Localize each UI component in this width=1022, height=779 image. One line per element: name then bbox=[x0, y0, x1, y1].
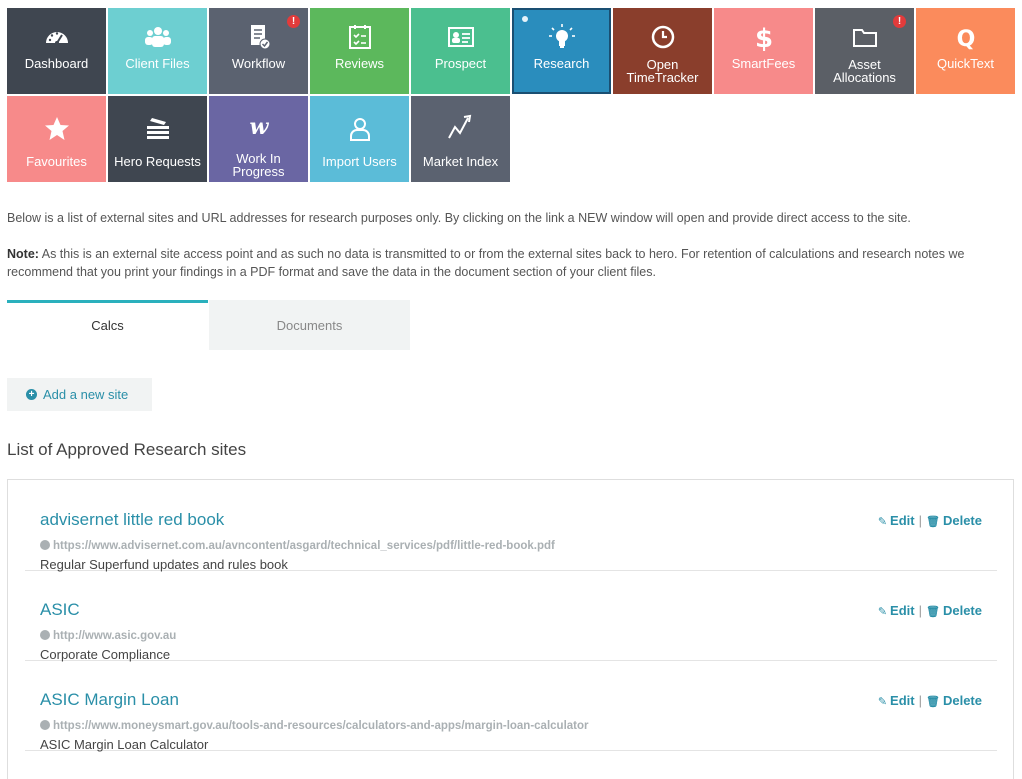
add-site-label: Add a new site bbox=[43, 387, 129, 402]
tile-open-timetracker[interactable]: Open TimeTracker bbox=[613, 8, 712, 94]
site-title-link[interactable]: advisernet little red book bbox=[40, 510, 224, 530]
trend-icon bbox=[411, 112, 510, 142]
site-actions: ✎ Edit | 🗑 Delete bbox=[877, 693, 982, 708]
tile-label: Favourites bbox=[26, 154, 87, 169]
tab-documents[interactable]: Documents bbox=[209, 300, 410, 350]
delete-button[interactable]: 🗑 Delete bbox=[926, 693, 982, 708]
tile-quicktext[interactable]: Q QuickText bbox=[916, 8, 1015, 94]
tile-workflow[interactable]: ! Workflow bbox=[209, 8, 308, 94]
tile-reviews[interactable]: Reviews bbox=[310, 8, 409, 94]
list-title: List of Approved Research sites bbox=[7, 440, 247, 459]
tile-label: QuickText bbox=[936, 56, 995, 71]
svg-text:w: w bbox=[249, 114, 269, 140]
prospect-card-icon bbox=[411, 22, 510, 52]
note-text: Note: As this is an external site access… bbox=[7, 245, 1012, 281]
tile-dashboard[interactable]: Dashboard bbox=[7, 8, 106, 94]
list-item: advisernet little red book https://www.a… bbox=[25, 480, 997, 572]
site-actions: ✎ Edit | 🗑 Delete bbox=[877, 603, 982, 618]
reviews-icon bbox=[310, 22, 409, 52]
note-body: As this is an external site access point… bbox=[7, 247, 965, 279]
trash-icon: 🗑 bbox=[926, 516, 940, 528]
trash-icon: 🗑 bbox=[926, 606, 940, 618]
tile-label: Client Files bbox=[125, 56, 190, 71]
folder-icon bbox=[815, 22, 914, 52]
tile-label: Reviews bbox=[334, 56, 385, 71]
tile-prospect[interactable]: Prospect bbox=[411, 8, 510, 94]
tile-label: Asset Allocations bbox=[833, 57, 896, 85]
tile-label: Prospect bbox=[434, 56, 487, 71]
tile-import-users[interactable]: Import Users bbox=[310, 96, 409, 182]
clock-icon bbox=[613, 22, 712, 52]
tile-label: Market Index bbox=[422, 154, 499, 169]
site-actions: ✎ Edit | 🗑 Delete bbox=[877, 513, 982, 528]
tile-label: Hero Requests bbox=[114, 154, 201, 169]
site-title-link[interactable]: ASIC Margin Loan bbox=[40, 690, 179, 710]
globe-icon bbox=[40, 720, 50, 730]
workflow-icon bbox=[209, 22, 308, 52]
svg-text:Q: Q bbox=[956, 27, 975, 51]
note-label: Note: bbox=[7, 247, 39, 261]
pencil-icon: ✎ bbox=[877, 696, 888, 708]
dollar-icon: $ bbox=[714, 22, 813, 52]
q-icon: Q bbox=[916, 22, 1015, 52]
tile-asset-allocations[interactable]: ! Asset Allocations bbox=[815, 8, 914, 94]
tile-label: Open TimeTracker bbox=[626, 57, 699, 85]
site-url[interactable]: http://www.asic.gov.au bbox=[40, 630, 176, 642]
site-url[interactable]: https://www.moneysmart.gov.au/tools-and-… bbox=[40, 720, 589, 732]
tile-market-index[interactable]: Market Index bbox=[411, 96, 510, 182]
star-icon bbox=[7, 114, 106, 144]
tile-work-in-progress[interactable]: w Work In Progress bbox=[209, 96, 308, 182]
intro-text: Below is a list of external sites and UR… bbox=[7, 211, 911, 225]
tile-label: Import Users bbox=[322, 154, 397, 169]
trash-icon: 🗑 bbox=[926, 696, 940, 708]
user-outline-icon bbox=[310, 114, 409, 144]
sites-panel: advisernet little red book https://www.a… bbox=[7, 479, 1014, 779]
dashboard-icon bbox=[7, 22, 106, 52]
delete-button[interactable]: 🗑 Delete bbox=[926, 513, 982, 528]
svg-text:$: $ bbox=[754, 24, 772, 51]
edit-button[interactable]: ✎ Edit bbox=[878, 513, 915, 528]
tile-research[interactable]: Research bbox=[512, 8, 611, 94]
w-icon: w bbox=[209, 112, 308, 142]
users-icon bbox=[108, 22, 207, 52]
tile-label: Research bbox=[533, 56, 590, 71]
tile-hero-requests[interactable]: Hero Requests bbox=[108, 96, 207, 182]
tile-client-files[interactable]: Client Files bbox=[108, 8, 207, 94]
pencil-icon: ✎ bbox=[877, 516, 888, 528]
edit-button[interactable]: ✎ Edit bbox=[878, 603, 915, 618]
site-url[interactable]: https://www.advisernet.com.au/avncontent… bbox=[40, 540, 555, 552]
site-description: ASIC Margin Loan Calculator bbox=[40, 737, 209, 752]
site-title-link[interactable]: ASIC bbox=[40, 600, 80, 620]
tile-label: Work In Progress bbox=[232, 151, 285, 179]
tab-calcs[interactable]: Calcs bbox=[7, 300, 208, 350]
pencil-icon: ✎ bbox=[877, 606, 888, 618]
tile-favourites[interactable]: Favourites bbox=[7, 96, 106, 182]
globe-icon bbox=[40, 630, 50, 640]
lightbulb-icon bbox=[512, 22, 611, 52]
globe-icon bbox=[40, 540, 50, 550]
plus-circle-icon: + bbox=[26, 389, 37, 401]
tile-label: Workflow bbox=[231, 56, 286, 71]
tile-label: SmartFees bbox=[731, 56, 796, 71]
edit-button[interactable]: ✎ Edit bbox=[878, 693, 915, 708]
delete-button[interactable]: 🗑 Delete bbox=[926, 603, 982, 618]
list-item: ASIC http://www.asic.gov.au Corporate Co… bbox=[25, 570, 997, 662]
add-site-button[interactable]: + Add a new site bbox=[7, 378, 152, 411]
tab-bar: Calcs Documents bbox=[7, 300, 410, 350]
list-item: ASIC Margin Loan https://www.moneysmart.… bbox=[25, 660, 997, 752]
stack-icon bbox=[108, 114, 207, 144]
tile-smartfees[interactable]: $ SmartFees bbox=[714, 8, 813, 94]
tile-label: Dashboard bbox=[24, 56, 89, 71]
